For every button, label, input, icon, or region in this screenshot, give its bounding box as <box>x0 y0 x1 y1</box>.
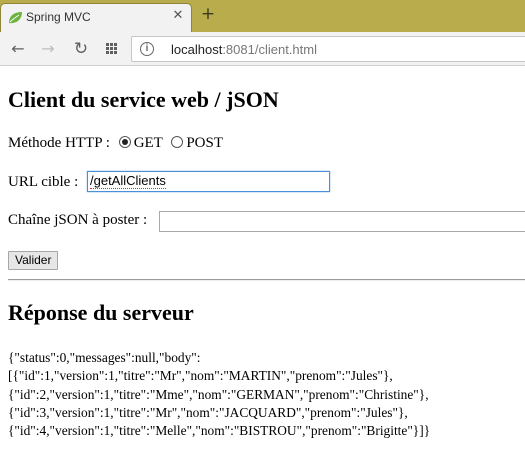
method-label: Méthode HTTP : <box>8 135 110 151</box>
browser-tab[interactable]: Spring MVC ✕ <box>0 3 192 32</box>
page-content: Client du service web / jSON Méthode HTT… <box>0 67 525 449</box>
close-icon[interactable]: ✕ <box>171 9 185 23</box>
response-body: {"status":0,"messages":null,"body": [{"i… <box>8 349 523 440</box>
json-input[interactable] <box>159 211 525 232</box>
json-label: Chaîne jSON à poster : <box>8 212 148 228</box>
browser-toolbar: ← → ↻ i localhost:8081/client.html <box>0 32 525 66</box>
url-text[interactable]: localhost:8081/client.html <box>171 42 317 57</box>
divider <box>8 279 525 281</box>
new-tab-icon[interactable]: + <box>198 4 218 24</box>
response-line: {"status":0,"messages":null,"body": <box>8 350 201 365</box>
spring-leaf-icon <box>9 12 22 24</box>
info-icon[interactable]: i <box>140 42 154 56</box>
response-line: {"id":4,"version":1,"titre":"Melle","nom… <box>8 423 431 439</box>
submit-button[interactable]: Valider <box>8 251 59 270</box>
url-input-value: /getAllClients <box>90 173 166 189</box>
method-row: Méthode HTTP : GET POST <box>8 135 223 152</box>
get-radio[interactable] <box>118 136 131 148</box>
url-input[interactable]: /getAllClients <box>87 171 330 192</box>
apps-grid-icon[interactable] <box>106 43 118 55</box>
reload-icon[interactable]: ↻ <box>71 39 91 59</box>
forward-arrow-icon[interactable]: → <box>38 39 58 59</box>
url-path: :8081/client.html <box>222 42 317 57</box>
response-title: Réponse du serveur <box>8 300 194 325</box>
url-label: URL cible : <box>8 174 79 190</box>
back-arrow-icon[interactable]: ← <box>8 39 28 59</box>
post-option-label[interactable]: POST <box>186 135 223 151</box>
tab-title: Spring MVC <box>26 10 91 24</box>
url-host: localhost <box>171 42 223 57</box>
tab-strip: Spring MVC ✕ + <box>0 0 525 32</box>
get-option-label[interactable]: GET <box>134 135 163 151</box>
response-line: {"id":2,"version":1,"titre":"Mme","nom":… <box>8 386 429 402</box>
response-line: [{"id":1,"version":1,"titre":"Mr","nom":… <box>8 368 393 384</box>
response-line: {"id":3,"version":1,"titre":"Mr","nom":"… <box>8 404 408 420</box>
page-title: Client du service web / jSON <box>8 87 279 112</box>
post-radio[interactable] <box>171 136 184 148</box>
address-bar[interactable]: i localhost:8081/client.html <box>131 36 525 62</box>
